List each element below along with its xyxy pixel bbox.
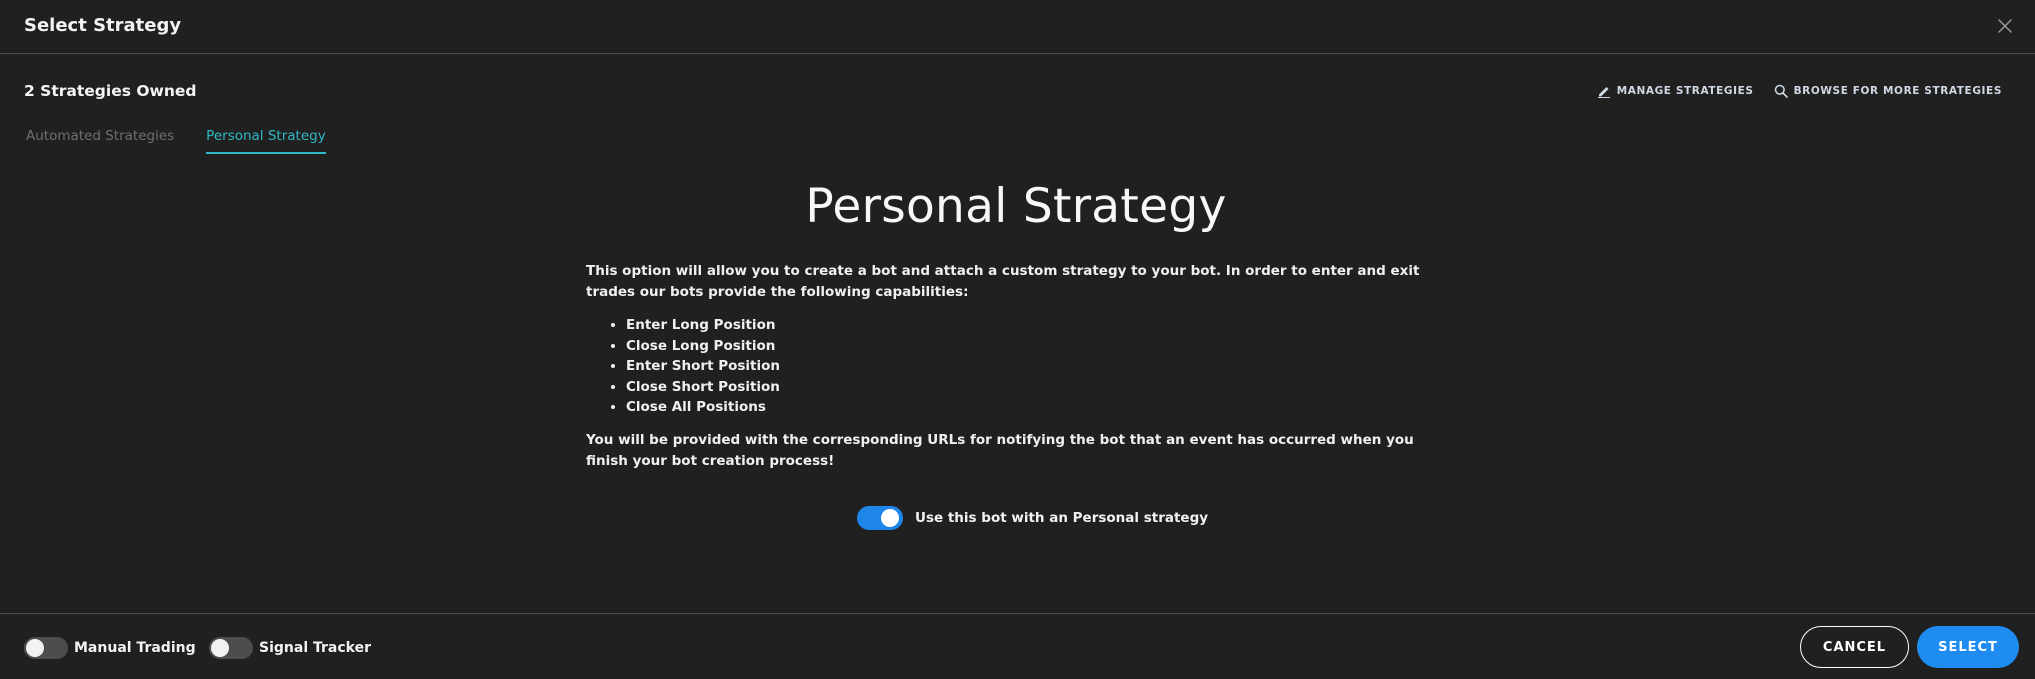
modal-title: Select Strategy	[24, 15, 182, 36]
personal-strategy-toggle-row: Use this bot with an Personal strategy	[857, 506, 1208, 530]
browse-strategies-label: BROWSE FOR MORE STRATEGIES	[1793, 85, 2002, 97]
outro-text: You will be provided with the correspond…	[586, 431, 1414, 469]
manual-trading-toggle[interactable]	[24, 637, 68, 659]
personal-strategy-toggle[interactable]	[857, 506, 903, 530]
modal-footer: Manual Trading Signal Tracker CANCEL SEL…	[0, 613, 2035, 679]
manage-strategies-button[interactable]: MANAGE STRATEGIES	[1597, 84, 1754, 98]
list-item: Enter Long Position	[626, 315, 1446, 336]
cancel-button[interactable]: CANCEL	[1800, 626, 1909, 668]
personal-strategy-panel: Personal Strategy This option will allow…	[586, 175, 1446, 472]
strategy-actions: MANAGE STRATEGIES BROWSE FOR MORE STRATE…	[1597, 84, 2002, 98]
capabilities-list: Enter Long Position Close Long Position …	[586, 315, 1446, 418]
list-item: Close All Positions	[626, 397, 1446, 418]
manual-trading-toggle-row: Manual Trading	[24, 637, 196, 659]
signal-tracker-label: Signal Tracker	[259, 640, 371, 656]
select-button[interactable]: SELECT	[1917, 626, 2019, 668]
toggle-knob	[211, 639, 229, 657]
modal-header: Select Strategy	[0, 0, 2035, 54]
list-item: Enter Short Position	[626, 356, 1446, 377]
tab-personal-strategy[interactable]: Personal Strategy	[206, 128, 326, 154]
search-icon	[1774, 84, 1788, 98]
personal-strategy-toggle-label: Use this bot with an Personal strategy	[915, 510, 1209, 526]
pencil-icon	[1597, 84, 1611, 98]
manage-strategies-label: MANAGE STRATEGIES	[1616, 85, 1754, 97]
strategy-tabs: Automated Strategies Personal Strategy	[26, 128, 326, 154]
manual-trading-label: Manual Trading	[74, 640, 196, 656]
toggle-knob	[881, 509, 899, 527]
intro-text: This option will allow you to create a b…	[586, 263, 1420, 300]
strategies-owned-count: 2 Strategies Owned	[24, 82, 197, 100]
tab-automated-strategies[interactable]: Automated Strategies	[26, 128, 174, 154]
panel-heading: Personal Strategy	[805, 179, 1227, 234]
toggle-knob	[26, 639, 44, 657]
close-icon[interactable]	[1993, 14, 2017, 38]
signal-tracker-toggle[interactable]	[209, 637, 253, 659]
list-item: Close Long Position	[626, 336, 1446, 357]
list-item: Close Short Position	[626, 377, 1446, 398]
browse-strategies-button[interactable]: BROWSE FOR MORE STRATEGIES	[1774, 84, 2002, 98]
signal-tracker-toggle-row: Signal Tracker	[209, 637, 371, 659]
